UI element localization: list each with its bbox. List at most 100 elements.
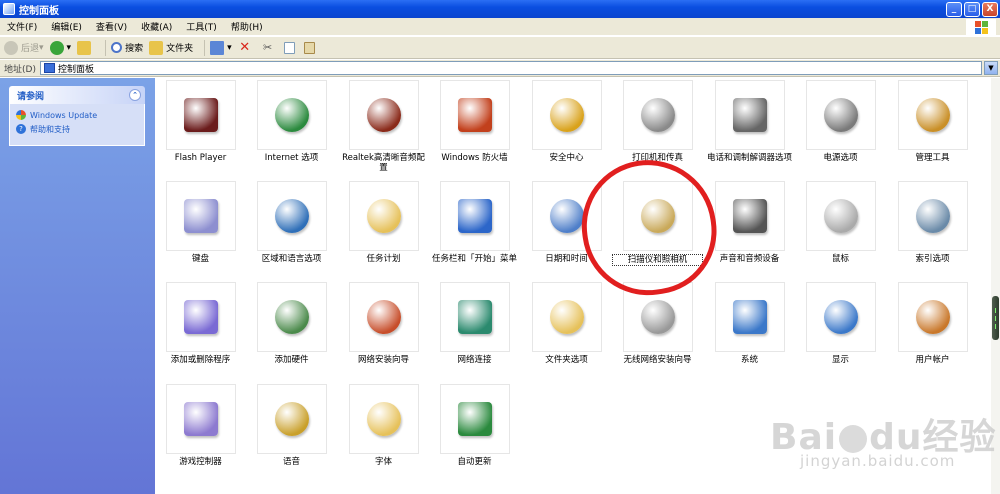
control-panel-item[interactable]: 游戏控制器: [155, 382, 246, 482]
control-panel-item[interactable]: 字体: [338, 382, 429, 482]
item-icon-frame: [623, 181, 693, 251]
control-panel-item[interactable]: 添加硬件: [246, 280, 337, 380]
control-panel-item[interactable]: Realtek高清晰音频配置: [338, 78, 429, 178]
search-button[interactable]: 搜索: [111, 41, 143, 54]
folders-button[interactable]: 文件夹: [149, 40, 194, 55]
control-panel-item[interactable]: 用户帐户: [887, 280, 978, 380]
paste-button[interactable]: [303, 41, 318, 54]
control-panel-item[interactable]: 任务计划: [338, 179, 429, 279]
item-icon-frame: [349, 181, 419, 251]
scrollbar-thumb[interactable]: [992, 296, 999, 340]
item-label: 用户帐户: [915, 355, 950, 365]
control-panel-item[interactable]: 区域和语言选项: [246, 179, 337, 279]
windows-update-link[interactable]: Windows Update: [16, 108, 138, 122]
windows-update-icon: [16, 110, 26, 120]
address-field[interactable]: 控制面板: [39, 61, 982, 75]
control-panel-item[interactable]: 无线网络安装向导: [612, 280, 703, 380]
menu-help[interactable]: 帮助(H): [224, 20, 270, 33]
item-icon-frame: [166, 80, 236, 150]
control-panel-item[interactable]: 文件夹选项: [521, 280, 612, 380]
item-label: Internet 选项: [264, 153, 319, 163]
folders-label: 文件夹: [166, 44, 194, 54]
address-bar: 地址(D) 控制面板 ▼: [0, 60, 1000, 77]
usb-wireless-icon: [641, 300, 675, 334]
up-folder-button[interactable]: [77, 40, 94, 55]
fonts-folder-icon: [367, 402, 401, 436]
speech-icon: [275, 402, 309, 436]
scissors-icon: ✂: [263, 40, 273, 54]
item-icon-frame: [440, 282, 510, 352]
collapse-chevron-icon[interactable]: ⌃: [129, 89, 141, 101]
window-title: 控制面板: [19, 5, 59, 17]
item-label: 添加或删除程序: [170, 355, 231, 365]
item-icon-frame: [806, 181, 876, 251]
hardware-icon: [275, 300, 309, 334]
menu-edit[interactable]: 编辑(E): [44, 20, 89, 33]
address-dropdown-button[interactable]: ▼: [984, 61, 998, 75]
search-icon: [111, 42, 123, 53]
item-label: 区域和语言选项: [261, 254, 322, 264]
users-icon: [916, 300, 950, 334]
control-panel-item[interactable]: Flash Player: [155, 78, 246, 178]
see-also-header[interactable]: 请参阅 ⌃: [9, 86, 145, 104]
folders-icon: [149, 40, 164, 55]
delete-button[interactable]: ✕: [238, 39, 255, 55]
control-panel-item[interactable]: 网络安装向导: [338, 280, 429, 380]
control-panel-icon: [43, 63, 55, 73]
control-panel-item[interactable]: 电源选项: [795, 78, 886, 178]
item-label: 字体: [374, 457, 392, 467]
item-label: 索引选项: [915, 254, 950, 264]
monitor-check-icon: [733, 300, 767, 334]
control-panel-item[interactable]: 显示: [795, 280, 886, 380]
menu-tools[interactable]: 工具(T): [179, 20, 224, 33]
item-label: 自动更新: [457, 457, 492, 467]
control-panel-item[interactable]: 添加或删除程序: [155, 280, 246, 380]
close-button[interactable]: X: [982, 1, 998, 17]
control-panel-item[interactable]: 系统: [704, 280, 795, 380]
back-arrow-icon: [4, 40, 18, 55]
speaker-icon: [367, 98, 401, 132]
control-panel-item[interactable]: 日期和时间: [521, 179, 612, 279]
item-label: 键盘: [191, 254, 209, 264]
network-globe-icon: [458, 300, 492, 334]
menu-favorites[interactable]: 收藏(A): [134, 20, 179, 33]
control-panel-item[interactable]: 网络连接: [429, 280, 520, 380]
forward-button[interactable]: ▾: [49, 40, 71, 55]
taskbar-icon: [458, 199, 492, 233]
item-label: Realtek高清晰音频配置: [342, 153, 425, 173]
delete-x-icon: ✕: [239, 39, 251, 55]
control-panel-item[interactable]: Windows 防火墙: [429, 78, 520, 178]
control-panel-item[interactable]: 声音和音频设备: [704, 179, 795, 279]
help-support-link[interactable]: ? 帮助和支持: [16, 122, 138, 136]
control-panel-item[interactable]: 扫描仪和照相机: [612, 179, 703, 279]
menu-view[interactable]: 查看(V): [89, 20, 134, 33]
control-panel-item[interactable]: 打印机和传真: [612, 78, 703, 178]
cut-button[interactable]: ✂: [261, 41, 278, 55]
control-panel-item[interactable]: 任务栏和「开始」菜单: [429, 179, 520, 279]
control-panel-item[interactable]: 安全中心: [521, 78, 612, 178]
maximize-button[interactable]: □: [964, 1, 980, 17]
cd-install-icon: [184, 300, 218, 334]
control-panel-item[interactable]: 鼠标: [795, 179, 886, 279]
item-icon-frame: [623, 80, 693, 150]
control-panel-item[interactable]: 索引选项: [887, 179, 978, 279]
control-panel-item[interactable]: 键盘: [155, 179, 246, 279]
item-label: 安全中心: [549, 153, 584, 163]
control-panel-item[interactable]: 语音: [246, 382, 337, 482]
back-button[interactable]: 后退 ▾: [4, 40, 44, 55]
minimize-button[interactable]: _: [946, 1, 962, 17]
watermark-url: jingyan.baidu.com: [800, 452, 956, 470]
views-button[interactable]: ▾: [210, 40, 232, 55]
control-panel-item[interactable]: 管理工具: [887, 78, 978, 178]
views-icon: [210, 40, 225, 55]
menu-file[interactable]: 文件(F): [0, 20, 44, 33]
item-icon-frame: [715, 181, 785, 251]
search-label: 搜索: [125, 44, 144, 54]
control-panel-item[interactable]: Internet 选项: [246, 78, 337, 178]
copy-button[interactable]: [283, 41, 298, 54]
item-icon-frame: [440, 181, 510, 251]
control-panel-item[interactable]: 电话和调制解调器选项: [704, 78, 795, 178]
control-panel-item[interactable]: 自动更新: [429, 382, 520, 482]
help-support-label: 帮助和支持: [30, 124, 70, 134]
item-icon-frame: [166, 384, 236, 454]
